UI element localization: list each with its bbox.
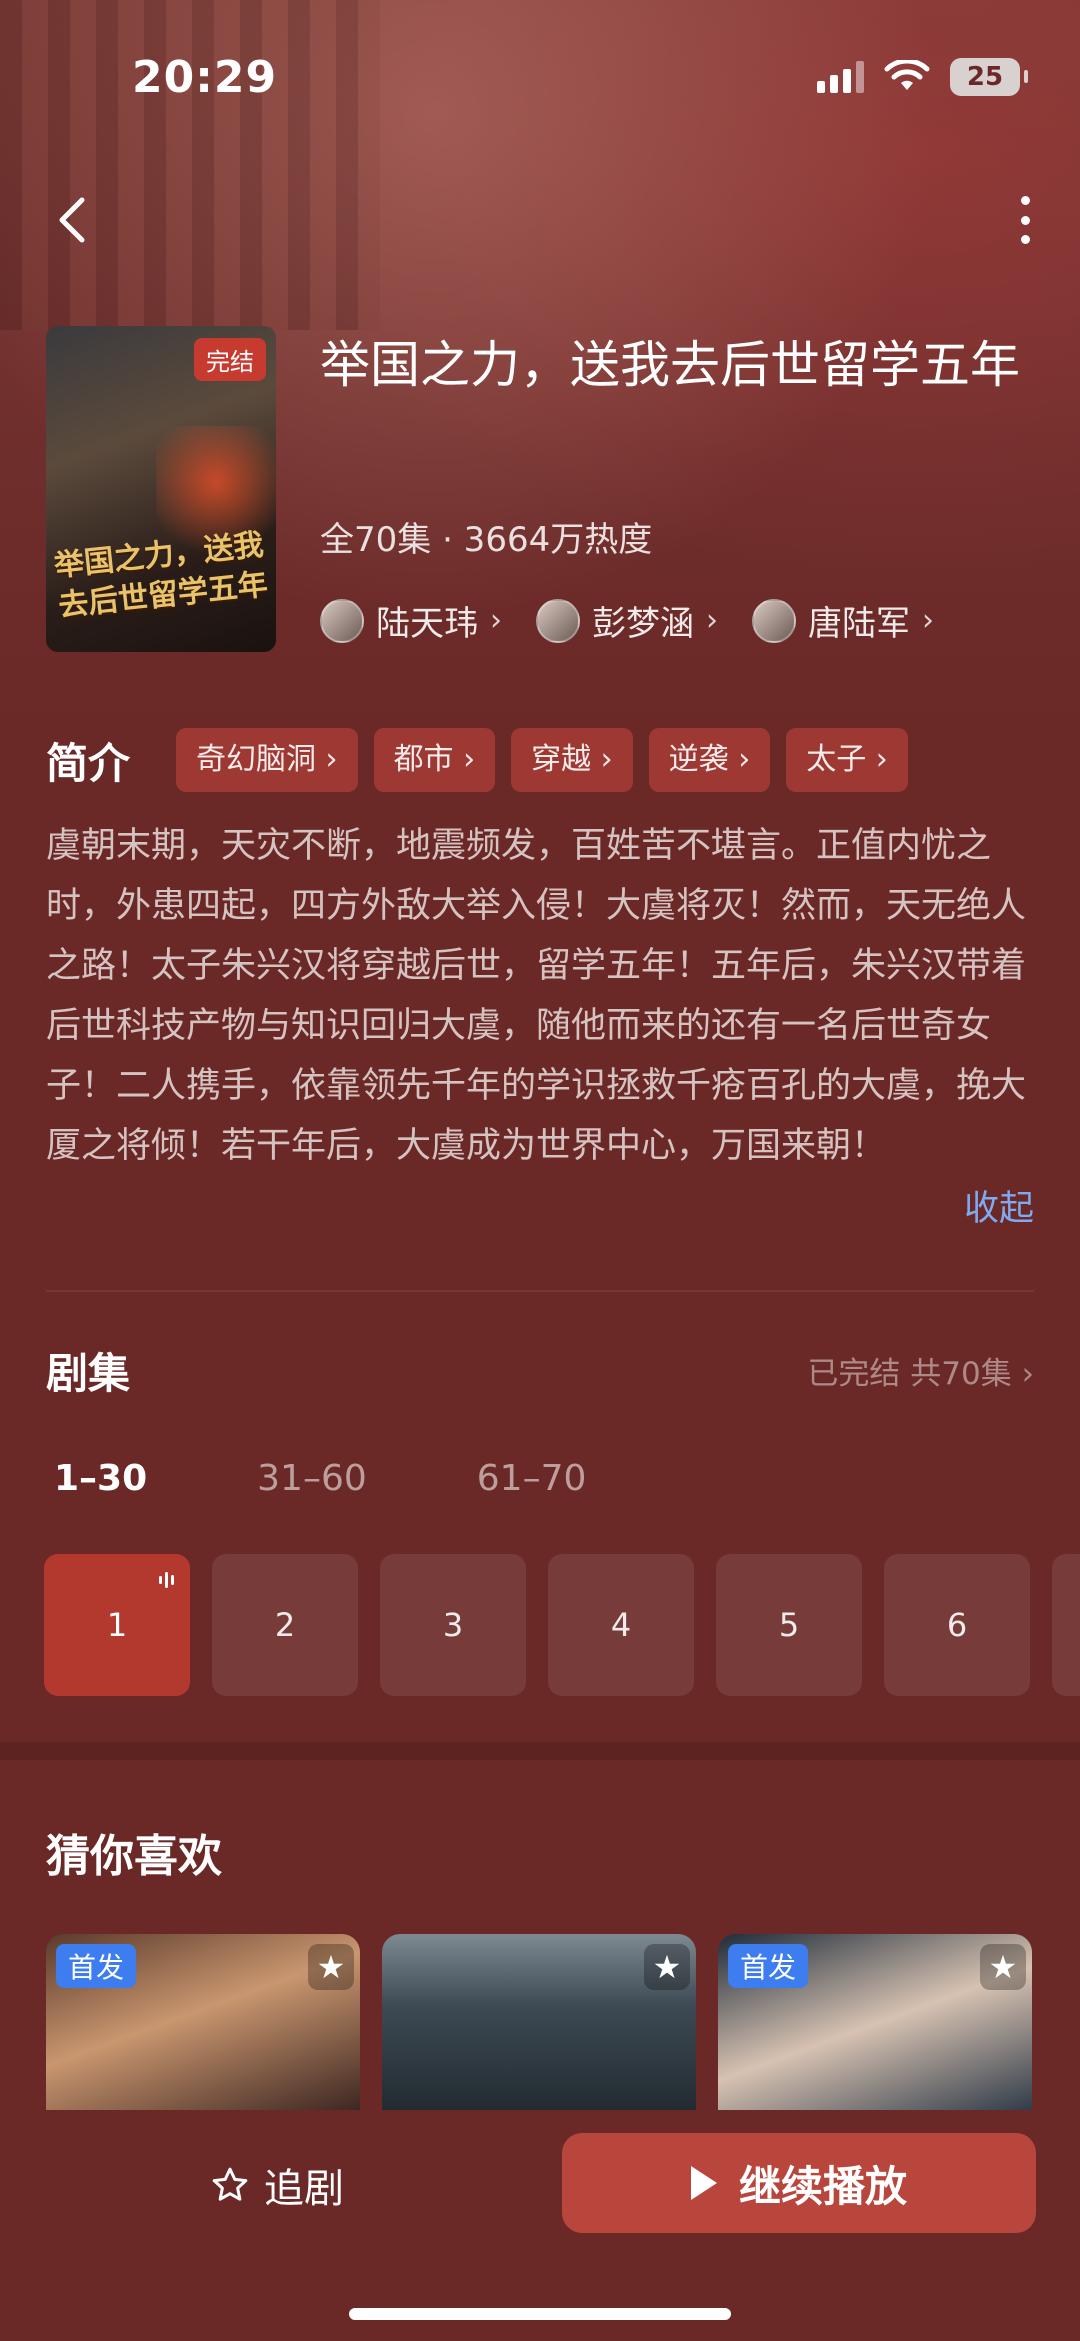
status-bar: 20:29 25 [0, 0, 1080, 150]
continue-play-button[interactable]: 继续播放 [562, 2133, 1036, 2233]
cast-name: 唐陆军 [808, 604, 910, 644]
more-options-icon[interactable] [1010, 190, 1040, 250]
recommend-list: 首发 ★ ★ 首发 ★ [46, 1934, 1032, 2114]
cast-member[interactable]: 陆天玮 › [320, 596, 502, 645]
section-separator [0, 1742, 1080, 1760]
play-icon [690, 2166, 717, 2200]
tab-episode-range[interactable]: 1–30 [54, 1458, 147, 1499]
chevron-right-icon: › [922, 603, 934, 638]
episode-grid: 1 2 3 4 5 6 [44, 1554, 1030, 1696]
drama-poster[interactable]: 举国之力，送我去后世留学五年 完结 [46, 326, 276, 652]
completed-badge: 完结 [194, 338, 266, 381]
star-icon[interactable]: ★ [644, 1944, 690, 1990]
episode-item[interactable]: 5 [716, 1554, 862, 1696]
now-playing-icon [159, 1572, 174, 1588]
chevron-right-icon: › [706, 603, 718, 638]
star-icon[interactable]: ★ [980, 1944, 1026, 1990]
episode-item-partial[interactable] [1052, 1554, 1080, 1696]
episodes-title: 剧集 [46, 1349, 131, 1398]
recommend-card[interactable]: 首发 ★ [46, 1934, 360, 2114]
premiere-badge: 首发 [56, 1944, 137, 1988]
chevron-right-icon: › [490, 603, 502, 638]
episode-item[interactable]: 4 [548, 1554, 694, 1696]
wifi-icon [884, 60, 930, 90]
genre-tags: 奇幻脑洞 › 都市 › 穿越 › 逆袭 › 太子 › [176, 728, 908, 792]
episodes-all-link[interactable]: 已完结 共70集 › [807, 1348, 1034, 1393]
recommend-card[interactable]: ★ [382, 1934, 696, 2114]
avatar [752, 598, 796, 643]
divider [46, 1290, 1034, 1292]
star-icon[interactable]: ★ [308, 1944, 354, 1990]
star-outline-icon [212, 2167, 248, 2201]
synopsis-header: 简介 奇幻脑洞 › 都市 › 穿越 › 逆袭 › 太子 › [46, 728, 908, 792]
cellular-signal-icon [817, 61, 864, 93]
episode-item[interactable]: 2 [212, 1554, 358, 1696]
battery-icon: 25 [950, 58, 1028, 96]
recommend-title: 猜你喜欢 [46, 1831, 222, 1882]
tab-episode-range[interactable]: 61–70 [477, 1458, 587, 1499]
follow-button[interactable]: 追剧 [210, 2150, 344, 2220]
avatar [536, 598, 580, 643]
genre-tag[interactable]: 奇幻脑洞 › [176, 728, 358, 792]
collapse-button[interactable]: 收起 [964, 1180, 1034, 1231]
episode-item[interactable]: 1 [44, 1554, 190, 1696]
cast-list: 陆天玮 › 彭梦涵 › 唐陆军 › [320, 596, 934, 645]
cast-member[interactable]: 彭梦涵 › [536, 596, 718, 645]
synopsis-title: 简介 [46, 738, 131, 788]
follow-label: 追剧 [264, 2166, 344, 2212]
cast-member[interactable]: 唐陆军 › [752, 596, 934, 645]
poster-title-art: 举国之力，送我去后世留学五年 [52, 527, 270, 624]
genre-tag[interactable]: 逆袭 › [648, 728, 771, 792]
premiere-badge: 首发 [728, 1944, 809, 1988]
cast-name: 陆天玮 [376, 604, 478, 644]
episode-item[interactable]: 6 [884, 1554, 1030, 1696]
cast-name: 彭梦涵 [592, 604, 694, 644]
play-label: 继续播放 [738, 2161, 907, 2211]
avatar [320, 598, 364, 643]
drama-title: 举国之力，送我去后世留学五年 [320, 336, 1020, 394]
synopsis-text: 虞朝末期，天灾不断，地震频发，百姓苦不堪言。正值内忧之时，外患四起，四方外敌大举… [46, 826, 1027, 1166]
home-indicator [349, 2308, 731, 2320]
episode-item[interactable]: 3 [380, 1554, 526, 1696]
episode-range-tabs: 1–30 31–60 61–70 [54, 1458, 586, 1499]
genre-tag[interactable]: 穿越 › [511, 728, 633, 792]
genre-tag[interactable]: 都市 › [373, 728, 496, 792]
status-icons: 25 [817, 58, 1028, 96]
drama-meta: 全70集 · 3664万热度 [320, 520, 653, 560]
tab-episode-range[interactable]: 31–60 [257, 1458, 367, 1499]
genre-tag[interactable]: 太子 › [786, 728, 908, 792]
status-time: 20:29 [132, 52, 278, 103]
back-arrow-icon[interactable] [48, 190, 98, 250]
recommend-card[interactable]: 首发 ★ [718, 1934, 1032, 2114]
